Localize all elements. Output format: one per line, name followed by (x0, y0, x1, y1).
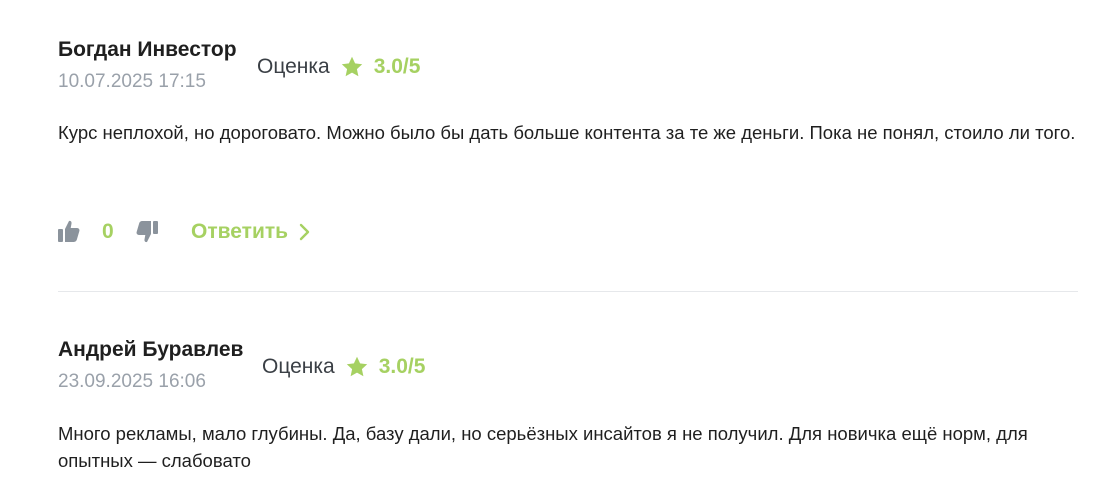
review-text: Курс неплохой, но дороговато. Можно было… (58, 122, 1076, 143)
like-count: 0 (102, 220, 114, 243)
review-author: Андрей Буравлев (58, 338, 244, 361)
review-divider (58, 291, 1078, 292)
review-text: Много рекламы, мало глубины. Да, базу да… (58, 423, 1028, 471)
review-actions: 0 Ответить (58, 217, 458, 247)
review-date: 23.09.2025 16:06 (58, 371, 206, 392)
review-date: 10.07.2025 17:15 (58, 71, 206, 92)
review-author: Богдан Инвестор (58, 38, 237, 61)
review-header: Андрей Буравлев 23.09.2025 16:06 Оценка … (58, 338, 1078, 402)
review-card: Богдан Инвестор 10.07.2025 17:15 Оценка … (58, 38, 1078, 243)
rating-value: 3.0/5 (378, 355, 426, 378)
rating-label: Оценка (257, 55, 330, 78)
reply-label: Ответить (191, 220, 289, 243)
thumbs-down-icon[interactable] (136, 220, 158, 244)
rating-value: 3.0/5 (373, 55, 421, 78)
review-rating: Оценка 3.0/5 (262, 355, 425, 379)
reply-button[interactable]: Ответить (191, 220, 312, 244)
rating-label: Оценка (262, 355, 335, 378)
review-card: Андрей Буравлев 23.09.2025 16:06 Оценка … (58, 338, 1078, 471)
review-rating: Оценка 3.0/5 (257, 55, 420, 79)
star-icon (345, 355, 369, 379)
chevron-right-icon (298, 222, 312, 242)
review-header: Богдан Инвестор 10.07.2025 17:15 Оценка … (58, 38, 1078, 102)
thumbs-up-icon[interactable] (58, 219, 80, 243)
star-icon (340, 55, 364, 79)
